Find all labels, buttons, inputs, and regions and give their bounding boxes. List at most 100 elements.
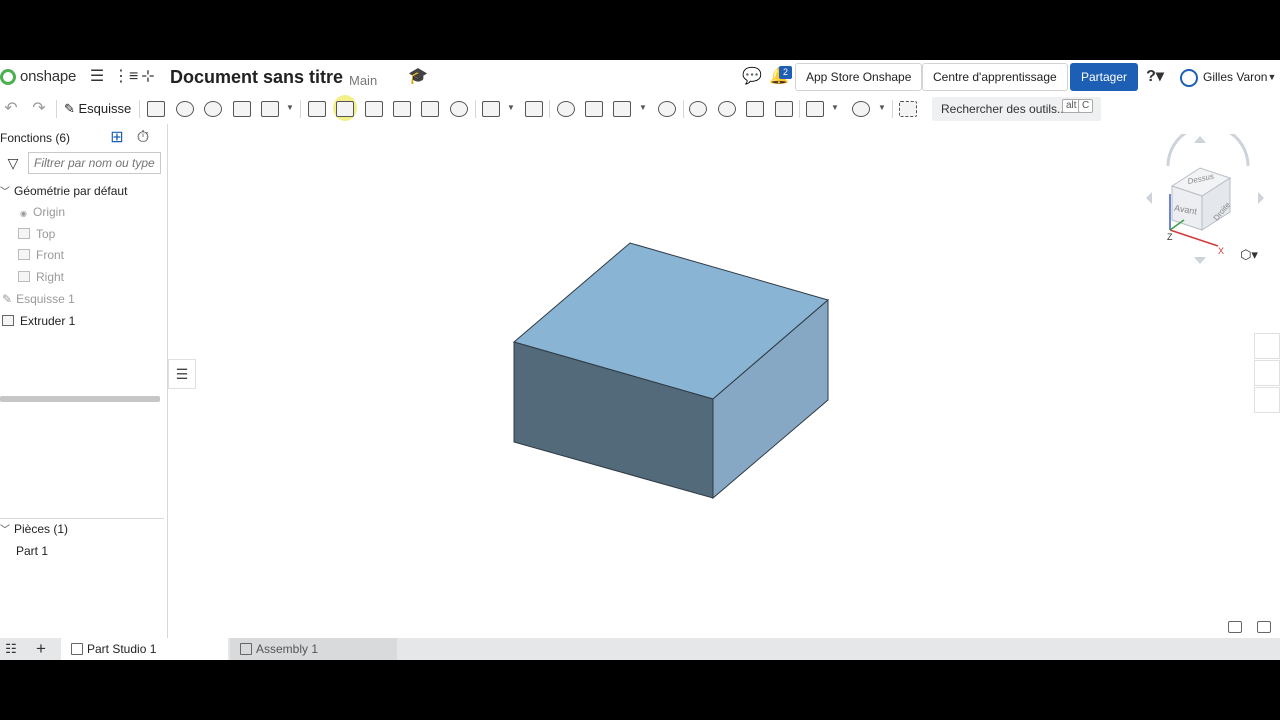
view-arrow-up-icon[interactable]: [1194, 136, 1206, 143]
user-name[interactable]: Gilles Varon: [1203, 70, 1267, 84]
sweep-icon[interactable]: [204, 101, 222, 117]
tree-item-label: Origin: [32, 205, 65, 219]
sheet-metal-icon[interactable]: [852, 101, 870, 117]
view-arrow-right-icon[interactable]: [1258, 192, 1264, 204]
chamfer-icon[interactable]: [336, 101, 354, 117]
user-avatar-icon[interactable]: [1180, 69, 1198, 87]
undo-icon[interactable]: ↶: [2, 100, 20, 118]
parts-group[interactable]: ﹀ Pièces (1): [0, 519, 68, 539]
part-studio-icon: [71, 643, 83, 655]
view-rotate-arc-icon[interactable]: [1166, 134, 1250, 167]
collapse-chevron-icon[interactable]: ﹀: [0, 521, 14, 541]
more-chevron-icon[interactable]: ▼: [639, 104, 647, 112]
app-store-button[interactable]: App Store Onshape: [795, 63, 923, 91]
shell-icon[interactable]: [421, 101, 439, 117]
tree-item-origin[interactable]: ◉ Origin: [20, 202, 65, 222]
add-custom-feature-icon[interactable]: [899, 101, 917, 117]
revolve-icon[interactable]: [176, 101, 194, 117]
toolbar-divider: [475, 100, 476, 118]
insert-icon[interactable]: ⊹: [139, 68, 157, 86]
toolbar-divider: [56, 100, 57, 118]
document-title[interactable]: Document sans titre: [170, 67, 343, 88]
boolean-icon[interactable]: [557, 101, 575, 117]
draft-icon[interactable]: [365, 101, 383, 117]
view-cube[interactable]: Dessus Avant Droite Z X: [1140, 134, 1280, 264]
rollback-timer-icon[interactable]: ⏱: [134, 129, 152, 147]
part-item[interactable]: Part 1: [16, 541, 48, 561]
tree-item-top[interactable]: Top: [18, 224, 55, 244]
tree-item-sketch[interactable]: ✎ Esquisse 1: [2, 289, 75, 309]
user-menu-chevron-icon[interactable]: ▼: [1266, 68, 1278, 86]
share-button[interactable]: Partager: [1070, 63, 1139, 91]
render-mode-icon[interactable]: [1228, 621, 1242, 633]
tree-item-extrude[interactable]: Extruder 1: [2, 311, 75, 331]
tree-item-label: Right: [36, 270, 65, 284]
feature-list-icon[interactable]: ⋮≡: [113, 68, 138, 86]
feature-filter-input[interactable]: [28, 152, 161, 174]
pattern-icon[interactable]: [482, 101, 500, 117]
learning-center-button[interactable]: Centre d'apprentissage: [922, 63, 1068, 91]
measure-icon[interactable]: [1257, 621, 1271, 633]
view-options-icon[interactable]: ⬡▾: [1235, 246, 1263, 264]
view-arrow-left-icon[interactable]: [1146, 192, 1152, 204]
thicken-icon[interactable]: [261, 101, 279, 117]
feature-list-toggle-icon[interactable]: ☰: [168, 359, 196, 389]
tab-assembly[interactable]: Assembly 1: [230, 638, 397, 660]
modify-fillet-icon[interactable]: [689, 101, 707, 117]
collapse-chevron-icon[interactable]: ﹀: [0, 183, 14, 203]
feature-list-scrollbar[interactable]: [0, 396, 160, 402]
default-geometry-group[interactable]: ﹀ Géométrie par défaut: [0, 181, 127, 201]
more-chevron-icon[interactable]: ▼: [286, 104, 294, 112]
split-icon[interactable]: [585, 101, 603, 117]
plane-icon[interactable]: [806, 101, 824, 117]
mirror-icon[interactable]: [525, 101, 543, 117]
delete-part-icon[interactable]: [658, 101, 676, 117]
redo-icon[interactable]: ↷: [30, 100, 48, 118]
parts-label: Pièces (1): [14, 522, 69, 536]
tab-manager-icon[interactable]: ☷: [2, 640, 20, 658]
x-axis-label: X: [1218, 246, 1224, 256]
features-title: Fonctions (6): [0, 131, 71, 145]
filter-icon[interactable]: ▽: [4, 154, 22, 172]
hole-icon[interactable]: [450, 101, 468, 117]
extrude-icon[interactable]: [147, 101, 165, 117]
sketch-button[interactable]: ✎ Esquisse: [64, 101, 131, 117]
transform-icon[interactable]: [613, 101, 631, 117]
feature-toolbar: ↶ ↷ ✎ Esquisse ▼ ▼ ▼ ▼ ▼ Rechercher des …: [0, 94, 1280, 124]
more-chevron-icon[interactable]: ▼: [507, 104, 515, 112]
configurations-panel-icon[interactable]: [1254, 387, 1280, 413]
toolbar-divider: [300, 100, 301, 118]
more-chevron-icon[interactable]: ▼: [878, 104, 886, 112]
onshape-logo-icon: [0, 68, 16, 85]
comments-icon[interactable]: 💬: [742, 68, 762, 86]
toolbar-divider: [799, 100, 800, 118]
hamburger-menu-icon[interactable]: ☰: [88, 68, 106, 86]
help-icon[interactable]: ?▾: [1144, 68, 1166, 86]
brand-name: onshape: [20, 68, 77, 85]
add-tab-icon[interactable]: +: [32, 640, 50, 658]
tab-part-studio[interactable]: Part Studio 1: [61, 638, 228, 660]
tree-item-label: Esquisse 1: [16, 292, 75, 306]
rib-icon[interactable]: [393, 101, 411, 117]
view-arrow-down-icon[interactable]: [1194, 257, 1206, 264]
tree-item-right[interactable]: Right: [18, 267, 64, 287]
onshape-logo[interactable]: onshape: [0, 68, 76, 85]
z-axis-label: Z: [1167, 232, 1173, 242]
appearance-panel-icon[interactable]: [1254, 333, 1280, 359]
onshape-app: onshape ☰ ⋮≡ ⊹ Document sans titre Main …: [0, 60, 1280, 660]
learning-cap-icon[interactable]: 🎓: [408, 68, 428, 86]
more-chevron-icon[interactable]: ▼: [831, 104, 839, 112]
delete-face-icon[interactable]: [718, 101, 736, 117]
loft-icon[interactable]: [233, 101, 251, 117]
move-face-icon[interactable]: [746, 101, 764, 117]
branch-name[interactable]: Main: [349, 73, 377, 88]
graphics-viewport[interactable]: [196, 124, 1246, 638]
replace-face-icon[interactable]: [775, 101, 793, 117]
add-folder-icon[interactable]: ⊞: [108, 129, 126, 147]
top-bar: onshape ☰ ⋮≡ ⊹ Document sans titre Main …: [0, 60, 1280, 94]
feature-list-panel: Fonctions (6) ⊞ ⏱ ▽ ﹀Géométrie par défau…: [0, 124, 168, 638]
fillet-icon[interactable]: [308, 101, 326, 117]
properties-panel-icon[interactable]: [1254, 360, 1280, 386]
plane-icon: [18, 228, 30, 239]
tree-item-front[interactable]: Front: [18, 245, 64, 265]
